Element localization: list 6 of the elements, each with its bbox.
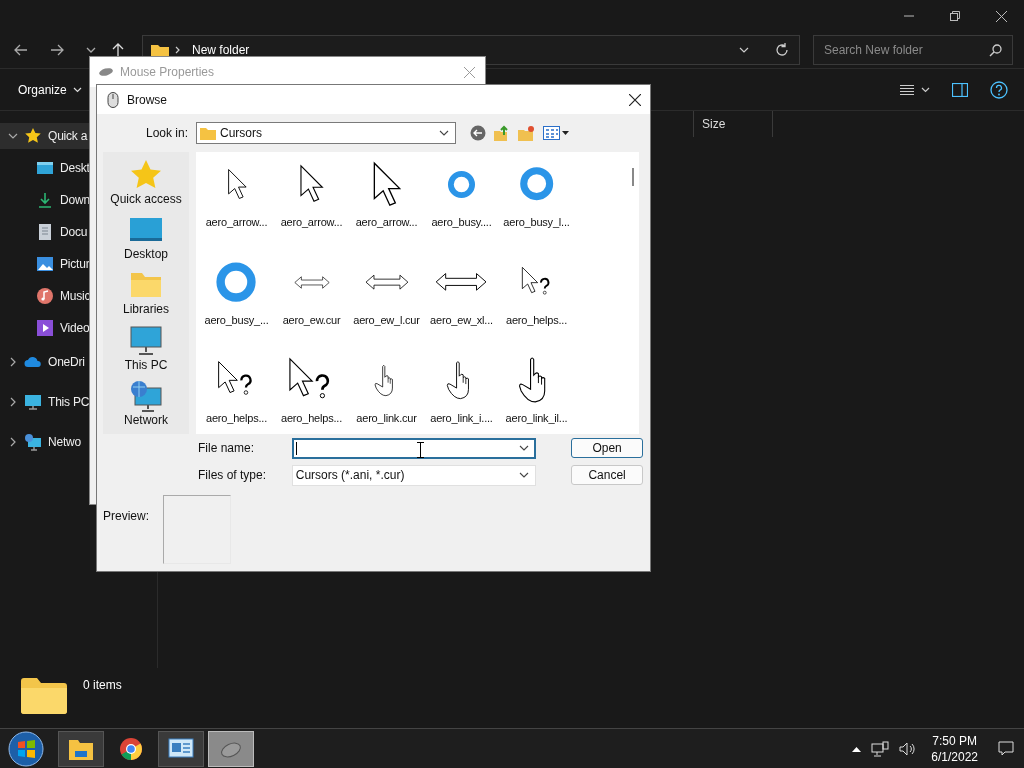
file-type-label: Files of type:	[198, 468, 268, 482]
file-name-label: File name:	[198, 441, 256, 455]
preview-label: Preview:	[103, 508, 150, 523]
window-title: Mouse Properties	[120, 65, 215, 79]
window-title: Browse	[127, 92, 167, 107]
item-count: 0 items	[83, 678, 122, 692]
